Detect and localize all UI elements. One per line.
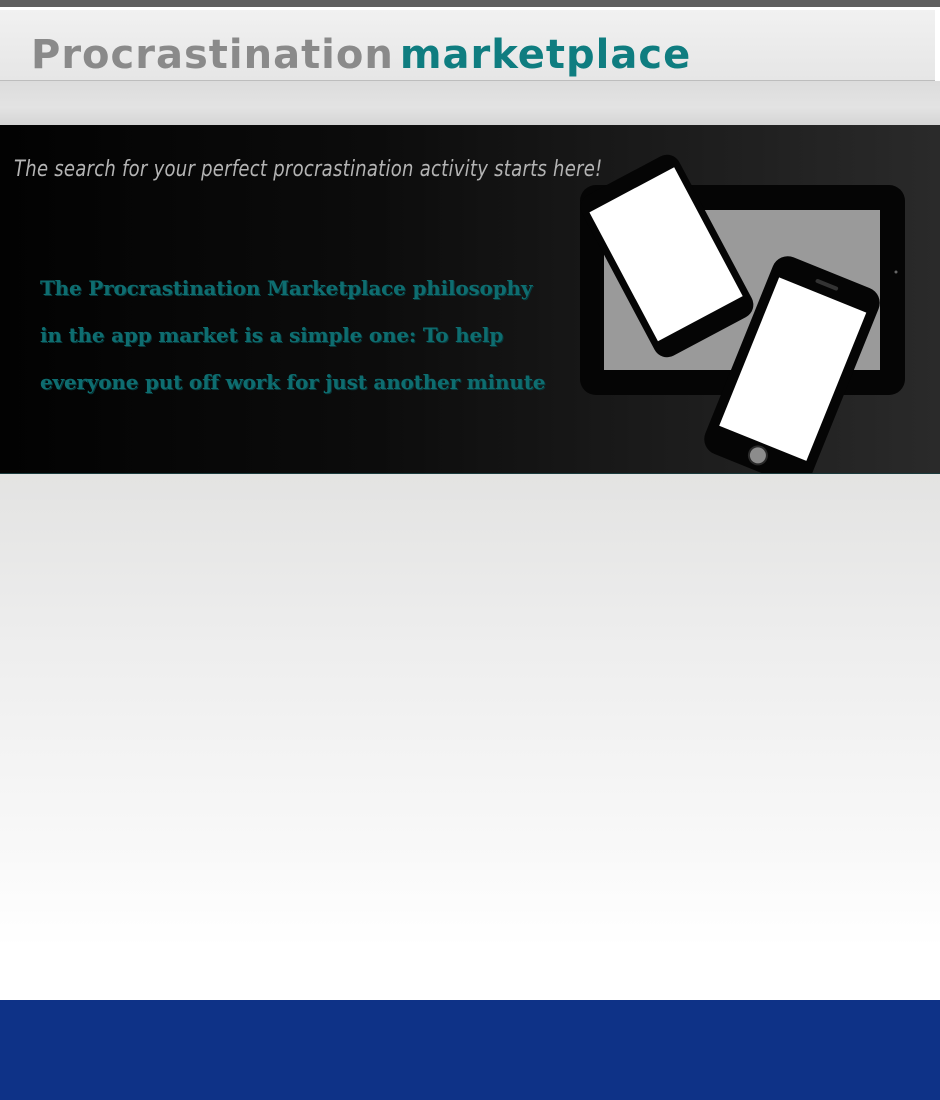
hero-philosophy: The Procrastination Marketplace philosop… [40,276,546,394]
site-header: Procrastination marketplace [0,10,935,81]
site-footer [0,1000,940,1100]
hero-tagline: The search for your perfect procrastinat… [14,157,603,182]
top-strip [0,0,940,7]
site-logo[interactable]: Procrastination marketplace [31,32,691,78]
hero-banner: The search for your perfect procrastinat… [0,125,940,474]
logo-word-marketplace: marketplace [399,32,692,78]
nav-bar [0,81,940,125]
logo-word-procrastination: Procrastination [31,32,394,78]
devices-illustration [580,154,905,473]
main-content-area [0,474,940,1000]
